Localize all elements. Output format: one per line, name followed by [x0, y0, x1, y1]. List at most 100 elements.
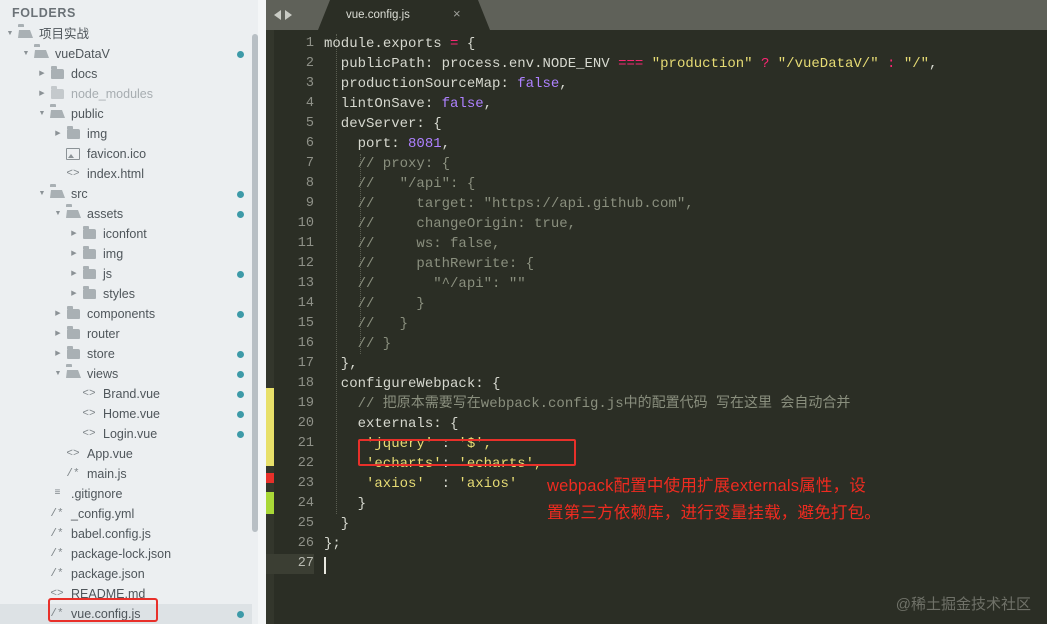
- chevron-right-icon[interactable]: ▶: [68, 244, 80, 264]
- tree-item-public[interactable]: ▼ public: [0, 104, 266, 124]
- file-explorer-sidebar: FOLDERS ▼ 项目实战 ▼ vueDataV ▶ docs ▶ node_modules…: [0, 0, 266, 624]
- chevron-down-icon[interactable]: ▼: [20, 44, 32, 64]
- tree-item-login-vue[interactable]: <> Login.vue: [0, 424, 266, 444]
- tree-item-home-vue[interactable]: <> Home.vue: [0, 404, 266, 424]
- code-line[interactable]: 3 productionSourceMap: false,: [266, 74, 1047, 94]
- code-line[interactable]: 26};: [266, 534, 1047, 554]
- tree-item-readme-md[interactable]: <> README.md: [0, 584, 266, 604]
- code-line[interactable]: 2 publicPath: process.env.NODE_ENV === "…: [266, 54, 1047, 74]
- tree-item-views[interactable]: ▼ views: [0, 364, 266, 384]
- folder-icon: [64, 126, 82, 139]
- code-line[interactable]: 8 // "/api": {: [266, 174, 1047, 194]
- tree-item-styles[interactable]: ▶ styles: [0, 284, 266, 304]
- code-line[interactable]: 20 externals: {: [266, 414, 1047, 434]
- tree-item-node-modules[interactable]: ▶ node_modules: [0, 84, 266, 104]
- code-text: // }: [324, 296, 425, 312]
- js-file-icon: /*: [50, 547, 64, 560]
- code-line[interactable]: 15 // }: [266, 314, 1047, 334]
- tree-item-components[interactable]: ▶ components: [0, 304, 266, 324]
- code-file-icon: <>: [66, 447, 80, 460]
- tree-item-babel-config-js[interactable]: /* babel.config.js: [0, 524, 266, 544]
- git-status-dot: [237, 311, 244, 318]
- code-text: // "/api": {: [324, 176, 476, 192]
- tree-item-js[interactable]: ▶ js: [0, 264, 266, 284]
- tree-item-gitignore[interactable]: ≡ .gitignore: [0, 484, 266, 504]
- chevron-down-icon[interactable]: ▼: [52, 364, 64, 384]
- chevron-right-icon[interactable]: ▶: [52, 304, 64, 324]
- tree-item-assets[interactable]: ▼ assets: [0, 204, 266, 224]
- code-line[interactable]: 27: [266, 554, 1047, 574]
- nav-back-icon[interactable]: [274, 10, 281, 20]
- code-line[interactable]: 13 // "^/api": "": [266, 274, 1047, 294]
- code-line[interactable]: 21 'jquery' : '$',: [266, 434, 1047, 454]
- tree-item-img[interactable]: ▶ img: [0, 124, 266, 144]
- folder-open-icon: [64, 204, 82, 218]
- code-line[interactable]: 6 port: 8081,: [266, 134, 1047, 154]
- code-line[interactable]: 4 lintOnSave: false,: [266, 94, 1047, 114]
- tab-vue-config-js[interactable]: vue.config.js: [318, 0, 490, 30]
- chevron-down-icon[interactable]: ▼: [52, 204, 64, 224]
- image-file-icon: [64, 148, 82, 160]
- code-line[interactable]: 5 devServer: {: [266, 114, 1047, 134]
- code-line[interactable]: 17 },: [266, 354, 1047, 374]
- folder-icon: [80, 246, 98, 259]
- tree-item-main-js[interactable]: /* main.js: [0, 464, 266, 484]
- tree-item-label: vueDataV: [55, 47, 110, 61]
- js-file-icon: /*: [50, 527, 64, 540]
- tree-item-vuedatav[interactable]: ▼ vueDataV: [0, 44, 266, 64]
- code-area[interactable]: 1 module.exports = {2 publicPath: process…: [266, 30, 1047, 624]
- chevron-right-icon[interactable]: ▶: [52, 124, 64, 144]
- tree-item-docs[interactable]: ▶ docs: [0, 64, 266, 84]
- line-number: 25: [297, 516, 314, 531]
- chevron-down-icon[interactable]: ▼: [4, 24, 16, 44]
- tree-item-package-lock-json[interactable]: /* package-lock.json: [0, 544, 266, 564]
- tree-item-app-vue[interactable]: <> App.vue: [0, 444, 266, 464]
- folder-icon: [80, 226, 98, 239]
- tree-item-label: babel.config.js: [71, 527, 151, 541]
- tree-item-label: img: [87, 127, 108, 141]
- code-line[interactable]: 11 // ws: false,: [266, 234, 1047, 254]
- editor-tab-bar: vue.config.js ×: [266, 0, 1047, 30]
- tree-item-brand-vue[interactable]: <> Brand.vue: [0, 384, 266, 404]
- close-icon[interactable]: ×: [453, 7, 461, 21]
- chevron-down-icon[interactable]: ▼: [36, 104, 48, 124]
- code-text: configureWebpack: {: [324, 376, 501, 392]
- code-line[interactable]: 16 // }: [266, 334, 1047, 354]
- tree-item-store[interactable]: ▶ store: [0, 344, 266, 364]
- chevron-right-icon[interactable]: ▶: [52, 344, 64, 364]
- code-line[interactable]: 14 // }: [266, 294, 1047, 314]
- code-line[interactable]: 1 module.exports = {: [266, 34, 1047, 54]
- chevron-right-icon[interactable]: ▶: [52, 324, 64, 344]
- tree-item-index-html[interactable]: <> index.html: [0, 164, 266, 184]
- tree-item-iconfont[interactable]: ▶ iconfont: [0, 224, 266, 244]
- tree-item-[interactable]: ▼ 项目实战: [0, 24, 266, 44]
- tree-item-src[interactable]: ▼ src: [0, 184, 266, 204]
- nav-forward-icon[interactable]: [285, 10, 292, 20]
- code-text: // 把原本需要写在webpack.config.js中的配置代码 写在这里 会…: [324, 396, 851, 412]
- chevron-right-icon[interactable]: ▶: [36, 64, 48, 84]
- tree-item-config-yml[interactable]: /* _config.yml: [0, 504, 266, 524]
- tree-item-label: package-lock.json: [71, 547, 172, 561]
- chevron-right-icon[interactable]: ▶: [36, 84, 48, 104]
- tree-item-favicon-ico[interactable]: favicon.ico: [0, 144, 266, 164]
- chevron-right-icon[interactable]: ▶: [68, 264, 80, 284]
- tree-item-package-json[interactable]: /* package.json: [0, 564, 266, 584]
- tree-item-router[interactable]: ▶ router: [0, 324, 266, 344]
- code-line[interactable]: 9 // target: "https://api.github.com",: [266, 194, 1047, 214]
- tree-item-vue-config-js[interactable]: /* vue.config.js: [0, 604, 266, 624]
- code-line[interactable]: 7 // proxy: {: [266, 154, 1047, 174]
- folder-open-icon: [48, 184, 66, 198]
- code-text: },: [324, 356, 358, 372]
- tree-item-label: iconfont: [103, 227, 147, 241]
- code-text: // changeOrigin: true,: [324, 216, 577, 232]
- line-number: 27: [266, 554, 314, 574]
- code-line[interactable]: 22 'echarts': 'echarts',: [266, 454, 1047, 474]
- chevron-down-icon[interactable]: ▼: [36, 184, 48, 204]
- chevron-right-icon[interactable]: ▶: [68, 284, 80, 304]
- code-line[interactable]: 18 configureWebpack: {: [266, 374, 1047, 394]
- code-line[interactable]: 10 // changeOrigin: true,: [266, 214, 1047, 234]
- code-line[interactable]: 12 // pathRewrite: {: [266, 254, 1047, 274]
- chevron-right-icon[interactable]: ▶: [68, 224, 80, 244]
- tree-item-img[interactable]: ▶ img: [0, 244, 266, 264]
- code-line[interactable]: 19 // 把原本需要写在webpack.config.js中的配置代码 写在这…: [266, 394, 1047, 414]
